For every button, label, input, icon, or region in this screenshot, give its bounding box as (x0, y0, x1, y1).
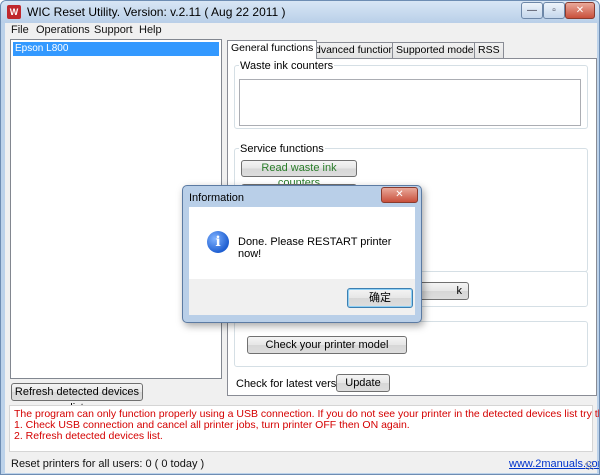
dialog-footer: 确定 (189, 279, 415, 315)
waste-ink-group: Waste ink counters (234, 60, 588, 129)
check-latest-version-label: Check for latest version (236, 378, 351, 390)
waste-ink-counters-box[interactable] (239, 79, 581, 126)
tab-advanced-functions[interactable]: Advanced functions (304, 42, 404, 58)
status-line: 2. Refresh detected devices list. (14, 430, 163, 442)
tab-supported-models[interactable]: Supported models (392, 42, 486, 58)
update-button[interactable]: Update (336, 374, 390, 392)
refresh-devices-button[interactable]: Refresh detected devices list (11, 383, 143, 414)
menu-file[interactable]: File (11, 24, 29, 36)
close-button[interactable]: ✕ (565, 2, 595, 19)
check-printer-model-button[interactable]: Check your printer model (247, 336, 407, 354)
read-waste-ink-button[interactable]: Read waste ink counters (241, 160, 357, 189)
menu-support[interactable]: Support (94, 24, 133, 36)
dialog-title: Information (189, 192, 245, 204)
service-functions-label: Service functions (239, 143, 325, 155)
title-bar[interactable]: W WIC Reset Utility. Version: v.2.11 ( A… (1, 1, 599, 23)
app-icon: W (7, 5, 21, 19)
waste-ink-label: Waste ink counters (239, 60, 335, 72)
dialog-message: Done. Please RESTART printer now! (238, 236, 392, 260)
info-icon: i (207, 231, 229, 253)
dialog-body: i Done. Please RESTART printer now! (189, 207, 415, 279)
window-title: WIC Reset Utility. Version: v.2.11 ( Aug… (27, 5, 286, 19)
device-item-epson-l800[interactable]: Epson L800 (13, 42, 219, 56)
menu-operations[interactable]: Operations (36, 24, 90, 36)
tab-general-functions[interactable]: General functions (227, 40, 318, 59)
information-dialog: Information ✕ i Done. Please RESTART pri… (182, 185, 422, 323)
minimize-button[interactable]: — (521, 2, 543, 19)
menu-help[interactable]: Help (139, 24, 162, 36)
menu-bar: File Operations Support Help (5, 23, 597, 39)
check-model-group: Check your printer model (234, 321, 588, 367)
resize-grip[interactable] (585, 461, 594, 470)
dialog-close-button[interactable]: ✕ (381, 187, 418, 203)
reset-count-text: Reset printers for all users: 0 ( 0 toda… (11, 458, 205, 470)
tab-rss[interactable]: RSS (474, 42, 504, 58)
status-messages: The program can only function properly u… (9, 405, 599, 452)
maximize-button[interactable]: ▫ (543, 2, 565, 19)
ok-button[interactable]: 确定 (347, 288, 413, 308)
